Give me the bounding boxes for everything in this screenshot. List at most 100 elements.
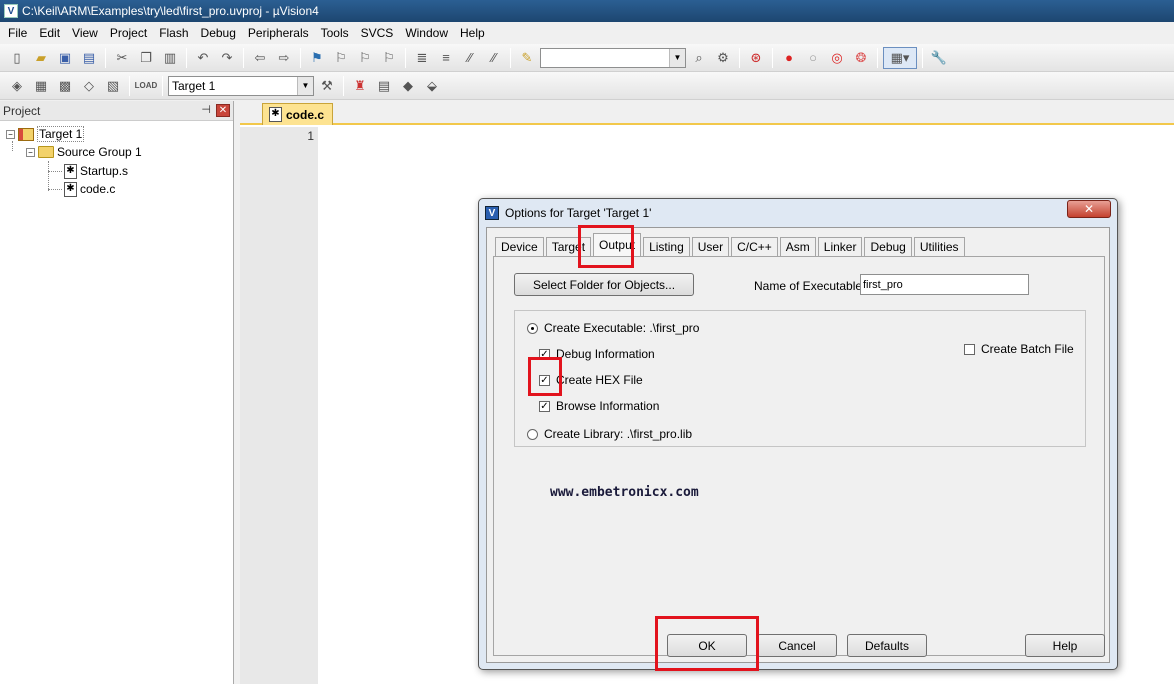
disable-all-breakpoints-icon[interactable]: ◎ bbox=[826, 47, 848, 69]
select-folder-button[interactable]: Select Folder for Objects... bbox=[514, 273, 694, 296]
browse-info-option[interactable]: ✓ Browse Information bbox=[539, 399, 659, 413]
create-exe-option[interactable]: Create Executable: .\first_pro bbox=[527, 321, 699, 335]
select-packs-icon[interactable]: ◆ bbox=[397, 75, 419, 97]
configure-icon[interactable]: 🔧 bbox=[928, 47, 950, 69]
highlight-create-hex bbox=[528, 357, 562, 396]
create-lib-radio[interactable] bbox=[527, 428, 538, 440]
open-icon[interactable]: ▰ bbox=[30, 47, 52, 69]
tab-debug[interactable]: Debug bbox=[864, 237, 912, 256]
tree-source-group[interactable]: − Source Group 1 bbox=[26, 143, 142, 161]
rebuild-icon[interactable]: ▩ bbox=[54, 75, 76, 97]
help-button[interactable]: Help bbox=[1025, 634, 1105, 657]
menu-project[interactable]: Project bbox=[104, 23, 153, 43]
bookmark-icon[interactable]: ⚑ bbox=[306, 47, 328, 69]
editor-tab-code[interactable]: ✱ code.c bbox=[262, 103, 334, 125]
find-in-files-icon[interactable]: ✎ bbox=[516, 47, 538, 69]
target-select-value: Target 1 bbox=[172, 78, 216, 93]
tree-file-code[interactable]: ✱ code.c bbox=[64, 180, 115, 198]
browse-info-checkbox[interactable]: ✓ bbox=[539, 400, 550, 412]
file-label-code: code.c bbox=[80, 182, 116, 196]
breakpoint-icon[interactable]: ● bbox=[778, 47, 800, 69]
menu-debug[interactable]: Debug bbox=[195, 23, 242, 43]
file-icon: ✱ bbox=[64, 181, 77, 197]
toolbar-separator bbox=[772, 47, 773, 68]
indent-icon[interactable]: ≣ bbox=[411, 47, 433, 69]
collapse-icon[interactable]: − bbox=[26, 147, 35, 157]
menu-edit[interactable]: Edit bbox=[33, 23, 66, 43]
menu-view[interactable]: View bbox=[66, 23, 104, 43]
window-layout-icon[interactable]: ▦▾ bbox=[883, 46, 917, 69]
file-icon: ✱ bbox=[64, 163, 77, 179]
title-bar: V C:\Keil\ARM\Examples\try\led\first_pro… bbox=[0, 0, 1174, 22]
cut-icon[interactable]: ✂ bbox=[111, 47, 133, 69]
incremental-find-icon[interactable]: ⚙ bbox=[712, 47, 734, 69]
tab-asm[interactable]: Asm bbox=[779, 237, 816, 256]
save-icon[interactable]: ▣ bbox=[54, 47, 76, 69]
pin-icon[interactable]: ⊣ bbox=[201, 103, 211, 116]
batch-build-icon[interactable]: ◇ bbox=[78, 75, 100, 97]
debug-session-icon[interactable]: ⊛ bbox=[745, 47, 767, 69]
options-tabs: Device Target Output Listing User C/C++ … bbox=[495, 233, 967, 256]
uvision-app-icon: V bbox=[485, 206, 499, 220]
comment-icon[interactable]: ∕∕ bbox=[459, 47, 481, 69]
tab-listing[interactable]: Listing bbox=[643, 237, 690, 256]
tree-target[interactable]: − Target 1 bbox=[6, 125, 85, 143]
menu-svcs[interactable]: SVCS bbox=[355, 23, 400, 43]
save-all-icon[interactable]: ▤ bbox=[78, 47, 100, 69]
find-combo[interactable]: ▼ bbox=[540, 47, 686, 68]
redo-icon[interactable]: ↷ bbox=[216, 47, 238, 69]
new-file-icon[interactable]: ▯ bbox=[6, 47, 28, 69]
menu-peripherals[interactable]: Peripherals bbox=[242, 23, 315, 43]
prev-bookmark-icon[interactable]: ⚐ bbox=[330, 47, 352, 69]
chevron-down-icon: ▼ bbox=[669, 48, 685, 67]
toolbar-separator bbox=[510, 47, 511, 68]
create-batch-option[interactable]: Create Batch File bbox=[964, 342, 1074, 356]
next-bookmark-icon[interactable]: ⚐ bbox=[354, 47, 376, 69]
download-icon[interactable]: LOAD bbox=[135, 75, 158, 97]
toolbar-separator bbox=[405, 47, 406, 68]
name-exe-field[interactable]: first_pro bbox=[860, 274, 1029, 295]
build-toolbar: ◈ ▦ ▩ ◇ ▧ LOAD Target 1 ▼ ⚒ ♜ ▤ ◆ ⬙ bbox=[0, 72, 1174, 100]
menu-file[interactable]: File bbox=[2, 23, 33, 43]
cancel-button[interactable]: Cancel bbox=[757, 634, 837, 657]
undo-icon[interactable]: ↶ bbox=[192, 47, 214, 69]
dialog-title: Options for Target 'Target 1' bbox=[505, 206, 652, 220]
manage-books-icon[interactable]: ▤ bbox=[373, 75, 395, 97]
close-button[interactable]: ✕ bbox=[1067, 200, 1111, 218]
tab-utilities[interactable]: Utilities bbox=[913, 237, 965, 256]
build-icon[interactable]: ▦ bbox=[30, 75, 52, 97]
run-time-env-icon[interactable]: ⬙ bbox=[421, 75, 443, 97]
tree-file-startup[interactable]: ✱ Startup.s bbox=[64, 162, 128, 180]
menu-flash[interactable]: Flash bbox=[153, 23, 194, 43]
menu-tools[interactable]: Tools bbox=[315, 23, 355, 43]
tab-device[interactable]: Device bbox=[495, 237, 544, 256]
defaults-button[interactable]: Defaults bbox=[847, 634, 927, 657]
copy-icon[interactable]: ❐ bbox=[135, 47, 157, 69]
nav-back-icon[interactable]: ⇦ bbox=[249, 47, 271, 69]
nav-forward-icon[interactable]: ⇨ bbox=[273, 47, 295, 69]
uncomment-icon[interactable]: ∕∕ bbox=[483, 47, 505, 69]
close-icon[interactable]: ✕ bbox=[216, 104, 230, 117]
menu-window[interactable]: Window bbox=[399, 23, 454, 43]
tab-linker[interactable]: Linker bbox=[817, 237, 863, 256]
collapse-icon[interactable]: − bbox=[6, 129, 15, 139]
translate-icon[interactable]: ◈ bbox=[6, 75, 28, 97]
tab-user[interactable]: User bbox=[691, 237, 730, 256]
create-batch-label: Create Batch File bbox=[981, 342, 1074, 356]
manage-components-icon[interactable]: ♜ bbox=[349, 75, 371, 97]
find-icon[interactable]: ⌕ bbox=[688, 47, 710, 69]
create-exe-radio[interactable] bbox=[527, 322, 538, 334]
unindent-icon[interactable]: ≡ bbox=[435, 47, 457, 69]
stop-build-icon[interactable]: ▧ bbox=[102, 75, 124, 97]
kill-breakpoints-icon[interactable]: ❂ bbox=[850, 47, 872, 69]
create-lib-option[interactable]: Create Library: .\first_pro.lib bbox=[527, 427, 692, 441]
target-select[interactable]: Target 1 ▼ bbox=[168, 75, 314, 96]
file-icon: ✱ bbox=[269, 107, 282, 122]
paste-icon[interactable]: ▥ bbox=[159, 47, 181, 69]
target-options-icon[interactable]: ⚒ bbox=[316, 75, 338, 97]
tab-c-cpp[interactable]: C/C++ bbox=[731, 237, 778, 256]
clear-bookmarks-icon[interactable]: ⚐ bbox=[378, 47, 400, 69]
menu-help[interactable]: Help bbox=[454, 23, 491, 43]
create-batch-checkbox[interactable] bbox=[964, 343, 975, 355]
disable-breakpoint-icon[interactable]: ○ bbox=[802, 47, 824, 69]
